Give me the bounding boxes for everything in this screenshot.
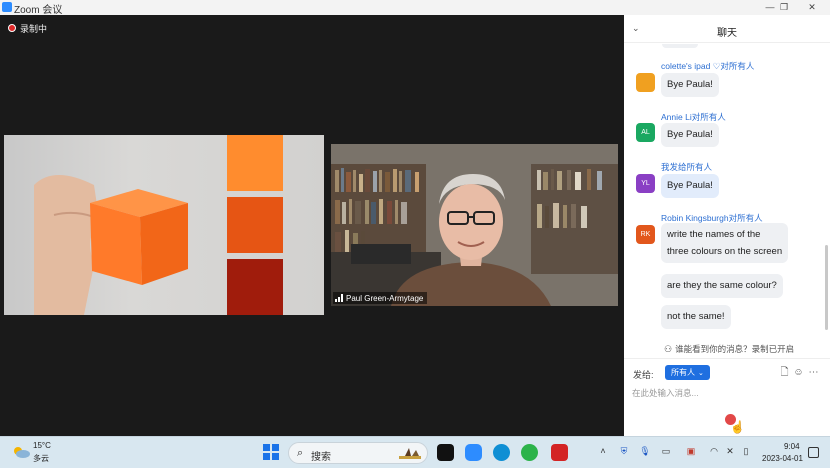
message-bubble[interactable]: write the names of the three colours on … [661, 223, 789, 263]
participant-video-tile[interactable]: Paul Green-Armytage [331, 144, 618, 306]
search-highlight-icon [399, 448, 421, 459]
message-sender: 我发给所有人 [661, 162, 713, 172]
recipient-dropdown[interactable]: 所有人 ⌄ [665, 365, 710, 380]
window-title-bar: Zoom 会议 — ❐ ✕ [0, 0, 830, 16]
clock-date[interactable]: 2023-04-01 [762, 454, 803, 463]
wechat-app-icon[interactable] [521, 444, 538, 461]
weather-description[interactable]: 多云 [33, 453, 49, 464]
close-button[interactable]: ✕ [800, 0, 824, 15]
chat-panel: ⌄ 聊天 colette's ipad ♡对所有人 Bye Paula! Ann… [624, 15, 830, 436]
recipient-label: 发给: [633, 370, 654, 380]
meeting-stage: 录制中 Paul Green-Armytage [0, 15, 624, 436]
avatar[interactable]: RK [636, 225, 655, 244]
zoom-taskbar-icon[interactable] [465, 444, 482, 461]
emoji-icon[interactable]: ☺ [793, 367, 804, 378]
color-swatch-mid [227, 197, 283, 253]
privacy-note[interactable]: ⚇ 谁能看到你的消息？录制已开启 [664, 343, 794, 355]
message-input[interactable] [632, 385, 822, 401]
app-tray-icon[interactable]: ▣ [685, 446, 697, 457]
recipient-value: 所有人 [671, 368, 695, 377]
record-dot-icon [8, 24, 16, 32]
shield-icon[interactable]: ⛨ [618, 446, 630, 457]
taskbar-search[interactable]: ⌕ 搜索 [288, 442, 428, 464]
people-icon: ⚇ [664, 343, 673, 354]
restore-button[interactable]: ❐ [772, 0, 796, 15]
clock-time[interactable]: 9:04 [784, 442, 800, 451]
signal-strength-icon [335, 294, 343, 302]
privacy-note-text: 谁能看到你的消息？录制已开启 [675, 344, 795, 354]
edge-browser-icon[interactable] [493, 444, 510, 461]
message-bubble[interactable]: Bye Paula! [661, 174, 719, 198]
capcut-app-icon[interactable] [437, 444, 454, 461]
message-sender: colette's ipad ♡对所有人 [661, 61, 755, 71]
shared-content-tile[interactable] [4, 135, 324, 315]
avatar[interactable]: YL [636, 174, 655, 193]
message-bubble[interactable]: are they the same colour? [661, 274, 783, 298]
microphone-icon[interactable]: 🎙 [639, 446, 651, 457]
message-line: write the names of the [667, 229, 761, 240]
taskbar: 15°C 多云 ⌕ 搜索 ˄ ⛨ 🎙 ▭ ▣ ◠ ✕ ▯ 9:04 2023-0… [0, 436, 830, 468]
wifi-icon[interactable]: ◠ [708, 446, 720, 457]
hand-cursor-icon: ☝ [730, 420, 745, 434]
cloudy-weather-icon[interactable] [12, 445, 30, 459]
chat-title: 聊天 [717, 28, 737, 39]
search-label: 搜索 [311, 452, 331, 463]
color-swatch-dark [227, 259, 283, 315]
participant-name: Paul Green-Armytage [346, 293, 424, 303]
bookshelf-background-image [331, 144, 618, 306]
windows-start-icon[interactable] [263, 444, 279, 460]
orange-cube-image [90, 189, 188, 285]
recording-indicator: 录制中 [8, 22, 47, 34]
message-sender: Annie Li对所有人 [661, 112, 726, 122]
previous-message-edge [662, 44, 698, 48]
search-icon: ⌕ [297, 447, 304, 459]
weather-temperature[interactable]: 15°C [33, 441, 51, 450]
recording-label: 录制中 [20, 23, 48, 34]
color-swatch-light [227, 135, 283, 191]
zoom-app-icon [2, 2, 12, 12]
chat-composer: 发给: 所有人⌄ 🗋 ☺ ⋯ ☝ [624, 358, 830, 436]
screen-recorder-icon[interactable] [551, 444, 568, 461]
display-icon[interactable]: ▭ [660, 446, 672, 457]
battery-icon[interactable]: ▯ [740, 446, 752, 457]
avatar[interactable] [636, 73, 655, 92]
message-bubble[interactable]: not the same! [661, 305, 731, 329]
chevron-up-icon[interactable]: ˄ [597, 446, 609, 456]
chat-header: ⌄ 聊天 [624, 15, 830, 43]
chat-scrollbar[interactable] [825, 245, 828, 330]
avatar[interactable]: AL [636, 123, 655, 142]
more-icon[interactable]: ⋯ [808, 367, 819, 378]
window-title: Zoom 会议 [14, 5, 63, 16]
notification-icon[interactable] [808, 447, 819, 458]
message-bubble[interactable]: Bye Paula! [661, 123, 719, 147]
file-icon[interactable]: 🗋 [779, 367, 790, 378]
message-line: three colours on the screen [667, 246, 783, 257]
message-bubble[interactable]: Bye Paula! [661, 73, 719, 97]
participant-name-tag: Paul Green-Armytage [333, 292, 428, 304]
speaker-muted-icon[interactable]: ✕ [724, 446, 736, 457]
chevron-down-icon: ⌄ [698, 370, 704, 377]
